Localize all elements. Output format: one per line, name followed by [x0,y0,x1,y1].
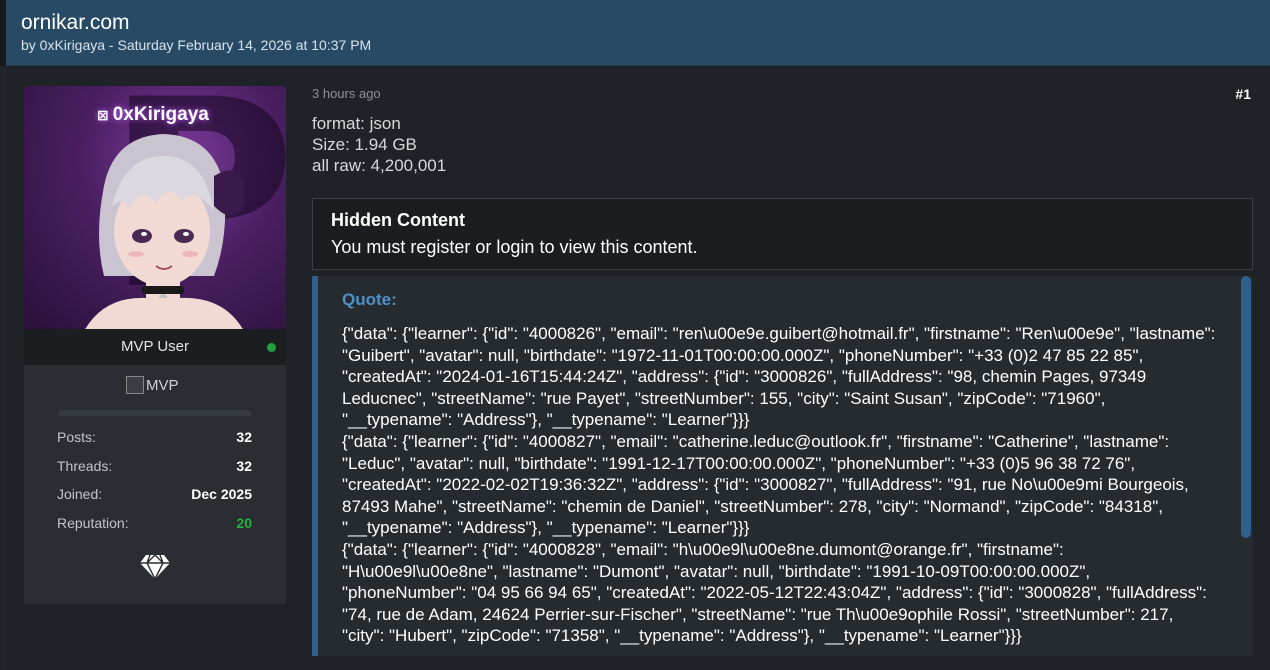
quote-scrollbar[interactable] [1241,276,1251,538]
post-info: format: json Size: 1.94 GB all raw: 4,20… [312,113,446,176]
user-role: MVP User [120,338,190,355]
stat-value: 32 [236,429,252,445]
info-format: format: json [312,114,401,133]
stat-reputation: Reputation: 20 [57,515,252,531]
quote-block: Quote: {"data": {"learner": {"id": "4000… [312,276,1253,656]
mvp-badge-alt: MVP [146,376,179,394]
hidden-content-text: You must register or login to view this … [331,237,698,257]
hidden-content-box: Hidden Content You must register or logi… [312,198,1253,270]
user-card: P ⊠0xKirigaya [24,86,286,604]
role-bar: MVP User [24,329,286,365]
hidden-content-title: Hidden Content [331,210,465,230]
user-progress-bar [58,410,252,416]
stat-label: Posts: [57,429,96,445]
thread-title: ornikar.com [21,11,130,34]
thread-header: ornikar.com by 0xKirigaya - Saturday Feb… [6,0,1270,66]
info-size: Size: 1.94 GB [312,135,417,154]
post-number-link[interactable]: #1 [1235,86,1251,102]
stat-posts: Posts: 32 [57,429,252,445]
quote-body: {"data": {"learner": {"id": "4000826", "… [342,324,1216,646]
avatar-username: ⊠ 0xKirigaya [97,104,209,126]
stat-value: 32 [236,458,252,474]
online-status-dot [267,343,276,352]
reputation-value[interactable]: 20 [236,515,252,531]
post-timestamp[interactable]: 3 hours ago [312,86,381,101]
quote-label: Quote: [342,290,397,309]
avatar[interactable]: P ⊠0xKirigaya [24,86,286,329]
stat-threads: Threads: 32 [57,458,252,474]
stat-label: Joined: [57,486,103,502]
stat-value: Dec 2025 [191,486,252,502]
stat-label: Reputation: [57,515,129,531]
broken-image-icon [126,376,144,394]
avatar-name: 0xKirigaya [112,104,209,125]
thread-byline: by 0xKirigaya - Saturday February 14, 20… [21,37,372,53]
mvp-badge: MVP [126,376,179,394]
diamond-icon [140,554,170,580]
stat-joined: Joined: Dec 2025 [57,486,252,502]
avatar-illustration [85,134,245,329]
stat-label: Threads: [57,458,113,474]
avatar-symbol: ⊠ [97,107,109,123]
info-raw-count: all raw: 4,200,001 [312,156,447,175]
